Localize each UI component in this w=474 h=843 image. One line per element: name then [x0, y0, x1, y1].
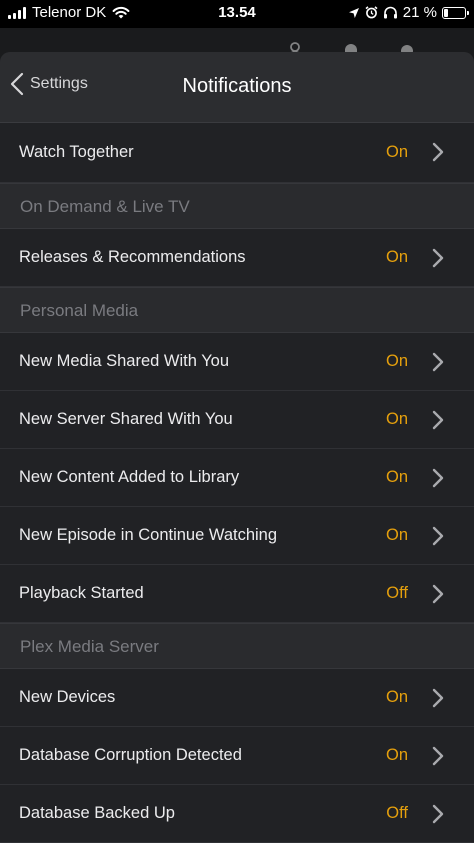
- status-bar: Telenor DK 13.54 21 %: [0, 0, 474, 28]
- headphones-icon: [383, 6, 397, 19]
- cellular-signal-icon: [8, 6, 26, 19]
- row-value: On: [385, 468, 408, 486]
- back-button[interactable]: Settings: [10, 72, 88, 96]
- row-value: On: [385, 688, 408, 706]
- row-value: Off: [386, 584, 408, 602]
- row-value: On: [385, 746, 408, 764]
- row-database-backed-up[interactable]: Database Backed Up Off: [0, 785, 474, 843]
- row-value: On: [385, 248, 408, 266]
- row-new-server-shared[interactable]: New Server Shared With You On: [0, 391, 474, 449]
- status-left: Telenor DK: [8, 4, 130, 21]
- section-header: On Demand & Live TV: [0, 183, 474, 229]
- row-new-content-added[interactable]: New Content Added to Library On: [0, 449, 474, 507]
- row-value: On: [385, 410, 408, 428]
- row-value: On: [385, 143, 408, 161]
- navigation-bar: Settings Notifications: [0, 52, 474, 123]
- alarm-clock-icon: [365, 6, 378, 19]
- row-label: Watch Together: [19, 143, 134, 161]
- chevron-right-icon: [432, 804, 444, 824]
- row-value: Off: [386, 804, 408, 822]
- row-value: On: [385, 526, 408, 544]
- location-arrow-icon: [348, 7, 359, 18]
- row-label: New Devices: [19, 688, 116, 706]
- section-header: Personal Media: [0, 287, 474, 333]
- carrier-name: Telenor DK: [32, 4, 107, 21]
- row-label: New Content Added to Library: [19, 468, 240, 486]
- chevron-right-icon: [432, 468, 444, 488]
- chevron-right-icon: [432, 248, 444, 268]
- battery-percent: 21 %: [402, 4, 437, 21]
- row-label: Playback Started: [19, 584, 144, 602]
- screen: Telenor DK 13.54 21 % Settings Notificat…: [0, 0, 474, 843]
- chevron-right-icon: [432, 410, 444, 430]
- row-label: New Episode in Continue Watching: [19, 526, 278, 544]
- row-label: Database Backed Up: [19, 804, 175, 822]
- row-new-media-shared[interactable]: New Media Shared With You On: [0, 333, 474, 391]
- row-label: Database Corruption Detected: [19, 746, 242, 764]
- row-new-devices[interactable]: New Devices On: [0, 669, 474, 727]
- row-database-corruption[interactable]: Database Corruption Detected On: [0, 727, 474, 785]
- row-label: Releases & Recommendations: [19, 248, 246, 266]
- chevron-right-icon: [432, 746, 444, 766]
- row-value: On: [385, 352, 408, 370]
- chevron-right-icon: [432, 142, 444, 162]
- row-playback-started[interactable]: Playback Started Off: [0, 565, 474, 623]
- back-button-label: Settings: [30, 75, 88, 92]
- chevron-right-icon: [432, 584, 444, 604]
- chevron-right-icon: [432, 526, 444, 546]
- chevron-right-icon: [432, 352, 444, 372]
- row-releases-recommendations[interactable]: Releases & Recommendations On: [0, 229, 474, 287]
- status-right: 21 %: [348, 4, 469, 21]
- chevron-right-icon: [432, 688, 444, 708]
- notifications-sheet: Settings Notifications Watch Together On…: [0, 52, 474, 843]
- row-watch-together[interactable]: Watch Together On: [0, 123, 474, 183]
- settings-list: Watch Together On On Demand & Live TV Re…: [0, 123, 474, 843]
- battery-level: [444, 8, 448, 17]
- battery-icon: [442, 6, 469, 19]
- row-label: New Media Shared With You: [19, 352, 230, 370]
- chevron-left-icon: [10, 72, 24, 96]
- wifi-icon: [112, 6, 130, 19]
- row-new-episode-continue-watching[interactable]: New Episode in Continue Watching On: [0, 507, 474, 565]
- row-label: New Server Shared With You: [19, 410, 233, 428]
- section-header: Plex Media Server: [0, 623, 474, 669]
